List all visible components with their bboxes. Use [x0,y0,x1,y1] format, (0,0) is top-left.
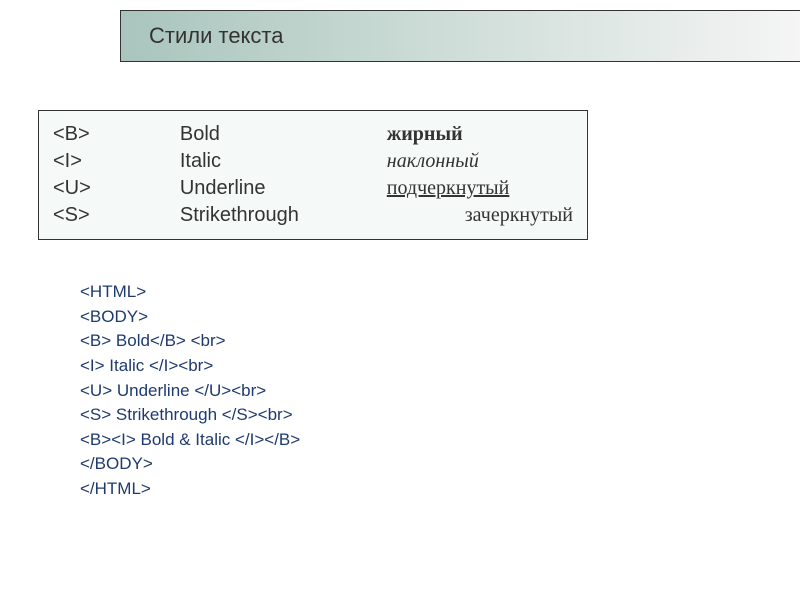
header-bar: Стили текста [120,10,800,62]
rus-plain-text: зачеркнутый [387,204,573,227]
code-line: <U> Underline </U><br> [80,379,300,404]
code-line: <S> Strikethrough </S><br> [80,403,300,428]
cell-eng: Italic [180,148,387,175]
table-row: <B> Bold жирный [53,121,573,148]
code-line: </HTML> [80,477,300,502]
cell-tag: <I> [53,148,180,175]
table-row: <U> Underline подчеркнутый [53,175,573,202]
header-title: Стили текста [149,23,284,49]
cell-rus: жирный [387,121,573,148]
rus-bold-text: жирный [387,123,463,145]
code-line: <B> Bold</B> <br> [80,329,300,354]
cell-rus: подчеркнутый [387,175,573,202]
code-block: <HTML> <BODY> <B> Bold</B> <br> <I> Ital… [80,280,300,502]
code-line: <B><I> Bold & Italic </I></B> [80,428,300,453]
table-row: <S> Strikethrough зачеркнутый [53,202,573,229]
cell-eng: Underline [180,175,387,202]
code-line: <BODY> [80,305,300,330]
cell-eng: Bold [180,121,387,148]
table-row: <I> Italic наклонный [53,148,573,175]
rus-underline-text: подчеркнутый [387,177,510,199]
cell-tag: <B> [53,121,180,148]
cell-tag: <S> [53,202,180,229]
rus-italic-text: наклонный [387,150,479,172]
cell-rus: зачеркнутый [387,202,573,229]
styles-table: <B> Bold жирный <I> Italic наклонный <U>… [38,110,588,240]
cell-eng: Strikethrough [180,202,387,229]
code-line: <I> Italic </I><br> [80,354,300,379]
cell-rus: наклонный [387,148,573,175]
code-line: <HTML> [80,280,300,305]
styles-table-inner: <B> Bold жирный <I> Italic наклонный <U>… [53,121,573,229]
cell-tag: <U> [53,175,180,202]
code-line: </BODY> [80,452,300,477]
